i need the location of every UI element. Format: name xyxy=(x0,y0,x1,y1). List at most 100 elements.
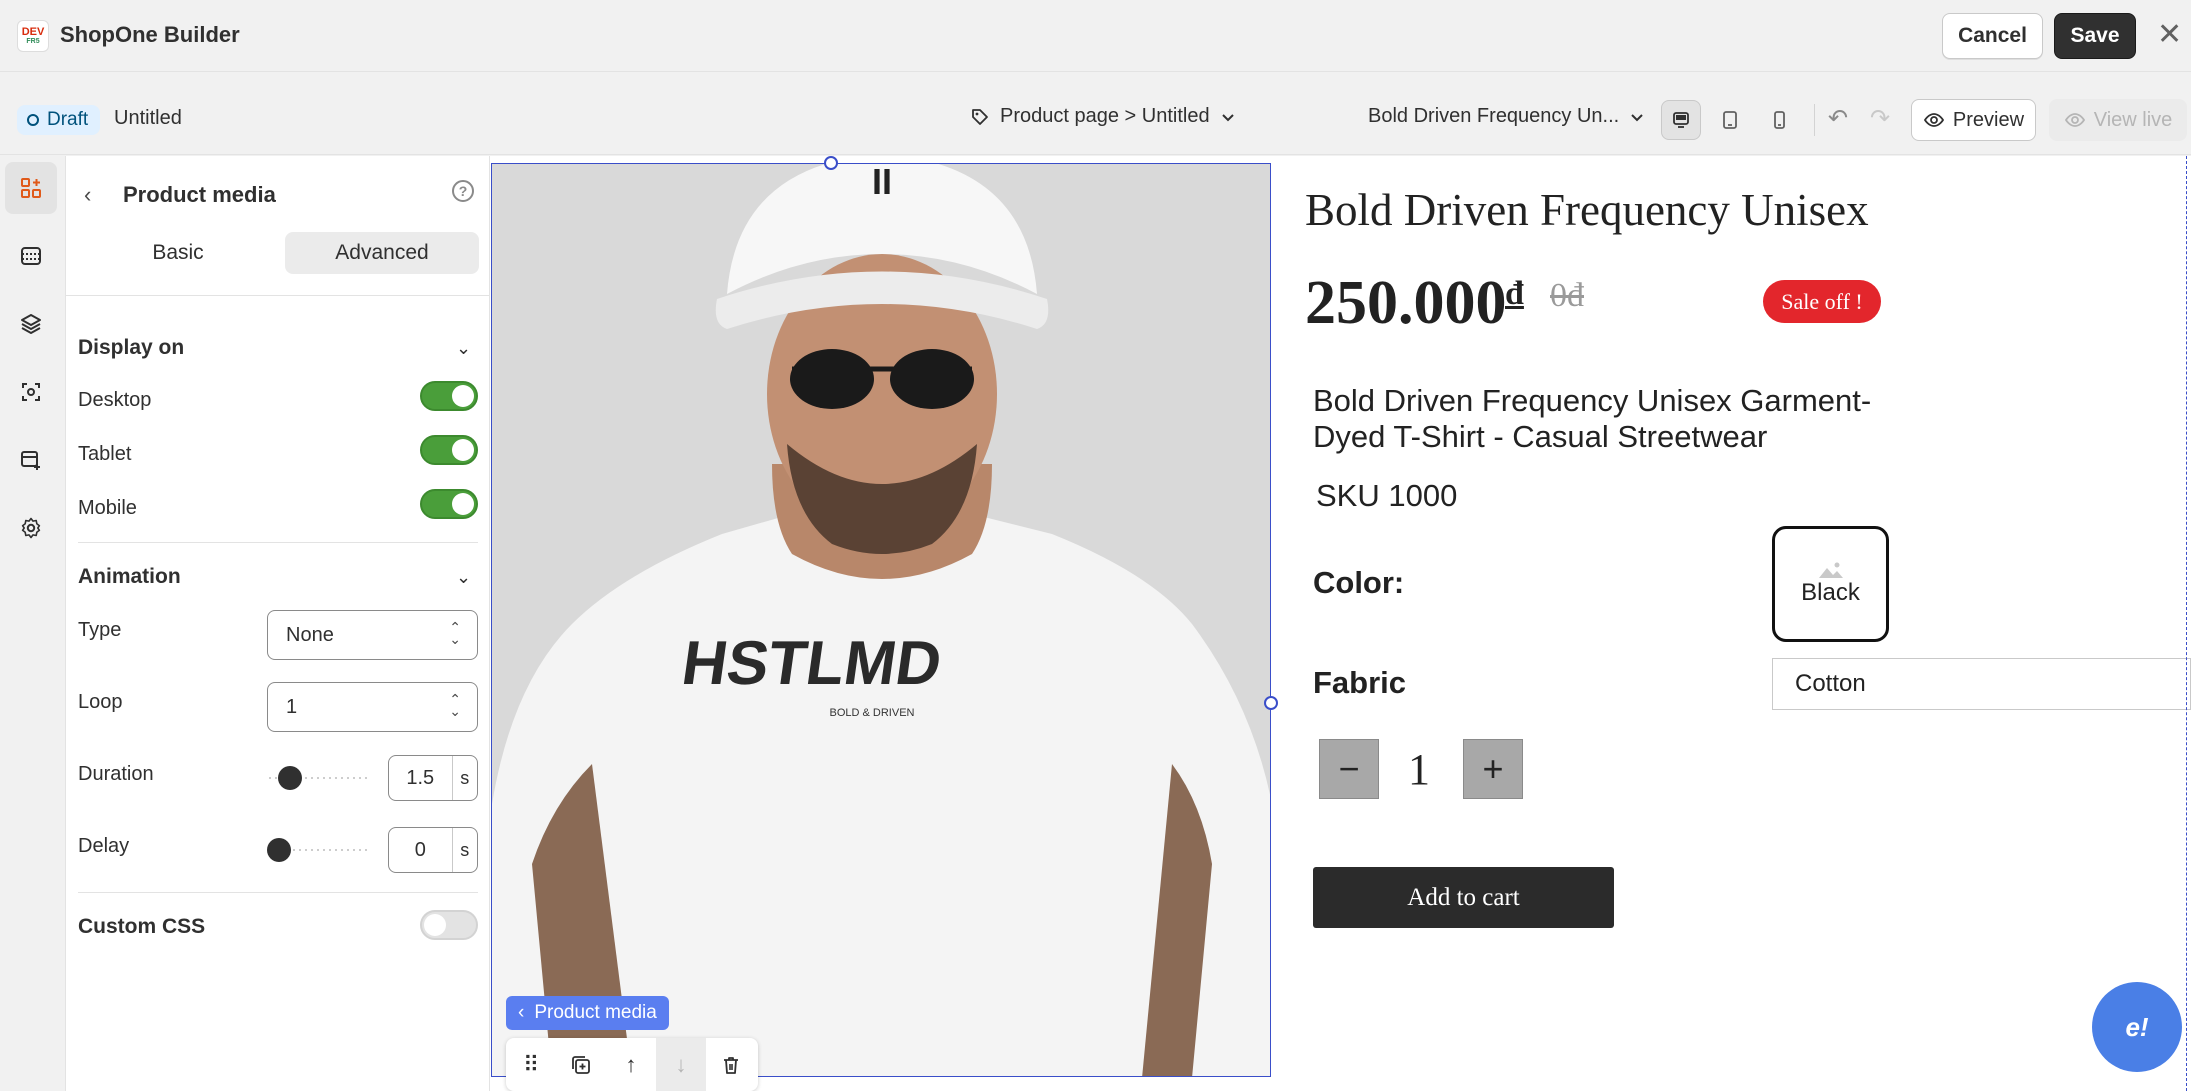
layers-icon[interactable] xyxy=(5,298,57,350)
tablet-view-button[interactable] xyxy=(1710,100,1750,140)
updown-chevron-icon: ⌃ ⌄ xyxy=(449,691,461,719)
quantity-value[interactable]: 1 xyxy=(1408,744,1430,795)
quantity-increase-button[interactable]: + xyxy=(1463,739,1523,799)
price-currency: đ xyxy=(1505,275,1524,312)
redo-icon[interactable]: ↷ xyxy=(1870,104,1890,133)
divider xyxy=(78,542,478,543)
fabric-label: Fabric xyxy=(1313,665,1407,700)
tag-icon xyxy=(972,108,988,125)
view-live-button[interactable]: View live xyxy=(2049,99,2187,141)
chevron-down-icon[interactable]: ⌄ xyxy=(456,338,471,359)
tablet-label: Tablet xyxy=(78,443,132,465)
preview-button[interactable]: Preview xyxy=(1911,99,2036,141)
type-label: Type xyxy=(78,619,122,641)
delete-icon[interactable] xyxy=(706,1038,756,1091)
divider xyxy=(78,892,478,893)
custom-css-toggle[interactable] xyxy=(420,910,478,940)
updown-chevron-icon: ⌃ ⌄ xyxy=(449,619,461,647)
product-photo: II HSTLMD BOLD & DRIVEN xyxy=(492,164,1270,1076)
theme-icon[interactable] xyxy=(5,366,57,418)
color-label: Color: xyxy=(1313,565,1405,600)
chevron-down-icon xyxy=(1221,113,1234,121)
product-price: 250.000 xyxy=(1305,269,1507,337)
mobile-label: Mobile xyxy=(78,497,137,519)
panel-title: Product media xyxy=(123,182,276,207)
eye-icon xyxy=(2064,113,2085,127)
duration-input[interactable]: 1.5 s xyxy=(388,755,478,801)
desktop-icon xyxy=(1673,112,1689,128)
delay-slider-handle[interactable] xyxy=(267,838,291,862)
top-bar: DEV FR5 ShopOne Builder Cancel Save ✕ xyxy=(0,0,2191,72)
selected-element-tag[interactable]: ‹ Product media xyxy=(506,996,669,1030)
close-icon[interactable]: ✕ xyxy=(2157,20,2182,50)
quantity-decrease-button[interactable]: − xyxy=(1319,739,1379,799)
help-icon[interactable]: ? xyxy=(452,180,474,202)
page-breadcrumb[interactable]: Product page > Untitled xyxy=(970,105,1236,128)
tab-basic[interactable]: Basic xyxy=(78,232,278,274)
settings-panel: ‹ Product media ? Basic Advanced Display… xyxy=(66,156,490,1091)
display-on-heading[interactable]: Display on xyxy=(78,336,184,360)
color-swatch-black[interactable]: Black xyxy=(1772,526,1889,642)
move-down-icon[interactable]: ↓ xyxy=(656,1038,706,1091)
product-media-image[interactable]: II HSTLMD BOLD & DRIVEN xyxy=(491,163,1271,1077)
desktop-view-button[interactable] xyxy=(1661,100,1701,140)
panel-tabs: Basic Advanced xyxy=(66,220,490,296)
app-title: ShopOne Builder xyxy=(60,22,240,47)
eye-icon xyxy=(1923,113,1944,127)
save-button[interactable]: Save xyxy=(2054,13,2136,59)
tablet-icon xyxy=(1723,111,1737,129)
sections-icon[interactable] xyxy=(5,230,57,282)
product-title: Bold Driven Frequency Unisex xyxy=(1305,185,1869,235)
resize-handle-top[interactable] xyxy=(824,156,838,170)
duration-slider-handle[interactable] xyxy=(278,766,302,790)
tab-advanced[interactable]: Advanced xyxy=(285,232,479,274)
product-sku: SKU 1000 xyxy=(1316,478,1458,513)
animation-type-select[interactable]: None ⌃ ⌄ xyxy=(267,610,478,660)
custom-css-heading: Custom CSS xyxy=(78,915,206,938)
move-up-icon[interactable]: ↑ xyxy=(606,1038,656,1091)
loop-label: Loop xyxy=(78,691,123,713)
duration-label: Duration xyxy=(78,763,154,785)
loop-select[interactable]: 1 ⌃ ⌄ xyxy=(267,682,478,732)
drag-handle-icon[interactable]: ⠿ xyxy=(506,1038,556,1091)
left-icon-rail xyxy=(0,156,66,1091)
back-chevron-icon[interactable]: ‹ xyxy=(84,182,91,208)
mobile-toggle[interactable] xyxy=(420,489,478,519)
element-toolbar: ⠿ ↑ ↓ xyxy=(506,1038,758,1091)
svg-text:II: II xyxy=(872,164,892,202)
toolbar-divider xyxy=(1814,104,1815,136)
animation-heading[interactable]: Animation xyxy=(78,565,181,589)
add-elements-icon[interactable] xyxy=(5,162,57,214)
delay-input[interactable]: 0s xyxy=(388,827,478,873)
canvas-boundary xyxy=(2186,156,2187,1091)
pages-icon[interactable] xyxy=(5,434,57,486)
shirt-print: HSTLMD xyxy=(678,629,946,698)
svg-text:BOLD & DRIVEN: BOLD & DRIVEN xyxy=(830,707,915,719)
desktop-label: Desktop xyxy=(78,389,152,411)
draft-dot-icon xyxy=(27,114,39,126)
page-name[interactable]: Untitled xyxy=(114,107,182,130)
desktop-toggle[interactable] xyxy=(420,381,478,411)
delay-label: Delay xyxy=(78,835,130,857)
cancel-button[interactable]: Cancel xyxy=(1942,13,2043,59)
product-select[interactable]: Bold Driven Frequency Un... xyxy=(1368,105,1645,128)
tablet-toggle[interactable] xyxy=(420,435,478,465)
chevron-down-icon[interactable]: ⌄ xyxy=(456,567,471,588)
product-name: Bold Driven Frequency Unisex Garment-Dye… xyxy=(1313,383,1872,454)
settings-icon[interactable] xyxy=(5,502,57,554)
undo-icon[interactable]: ↶ xyxy=(1828,104,1848,133)
duplicate-icon[interactable] xyxy=(556,1038,606,1091)
chevron-down-icon xyxy=(1631,113,1643,121)
chat-support-icon[interactable]: e! xyxy=(2092,982,2182,1072)
mobile-view-button[interactable] xyxy=(1759,100,1799,140)
mobile-icon xyxy=(1774,111,1785,129)
resize-handle-right[interactable] xyxy=(1264,696,1278,710)
image-placeholder-icon xyxy=(1818,562,1843,578)
chevron-left-icon: ‹ xyxy=(518,1002,525,1023)
fabric-select[interactable]: Cotton xyxy=(1772,658,2191,710)
sale-badge: Sale off ! xyxy=(1763,280,1881,323)
status-badge: Draft xyxy=(17,105,101,135)
compare-price: 0đ xyxy=(1550,277,1584,314)
add-to-cart-button[interactable]: Add to cart xyxy=(1313,867,1614,928)
app-logo: DEV FR5 xyxy=(17,20,49,52)
